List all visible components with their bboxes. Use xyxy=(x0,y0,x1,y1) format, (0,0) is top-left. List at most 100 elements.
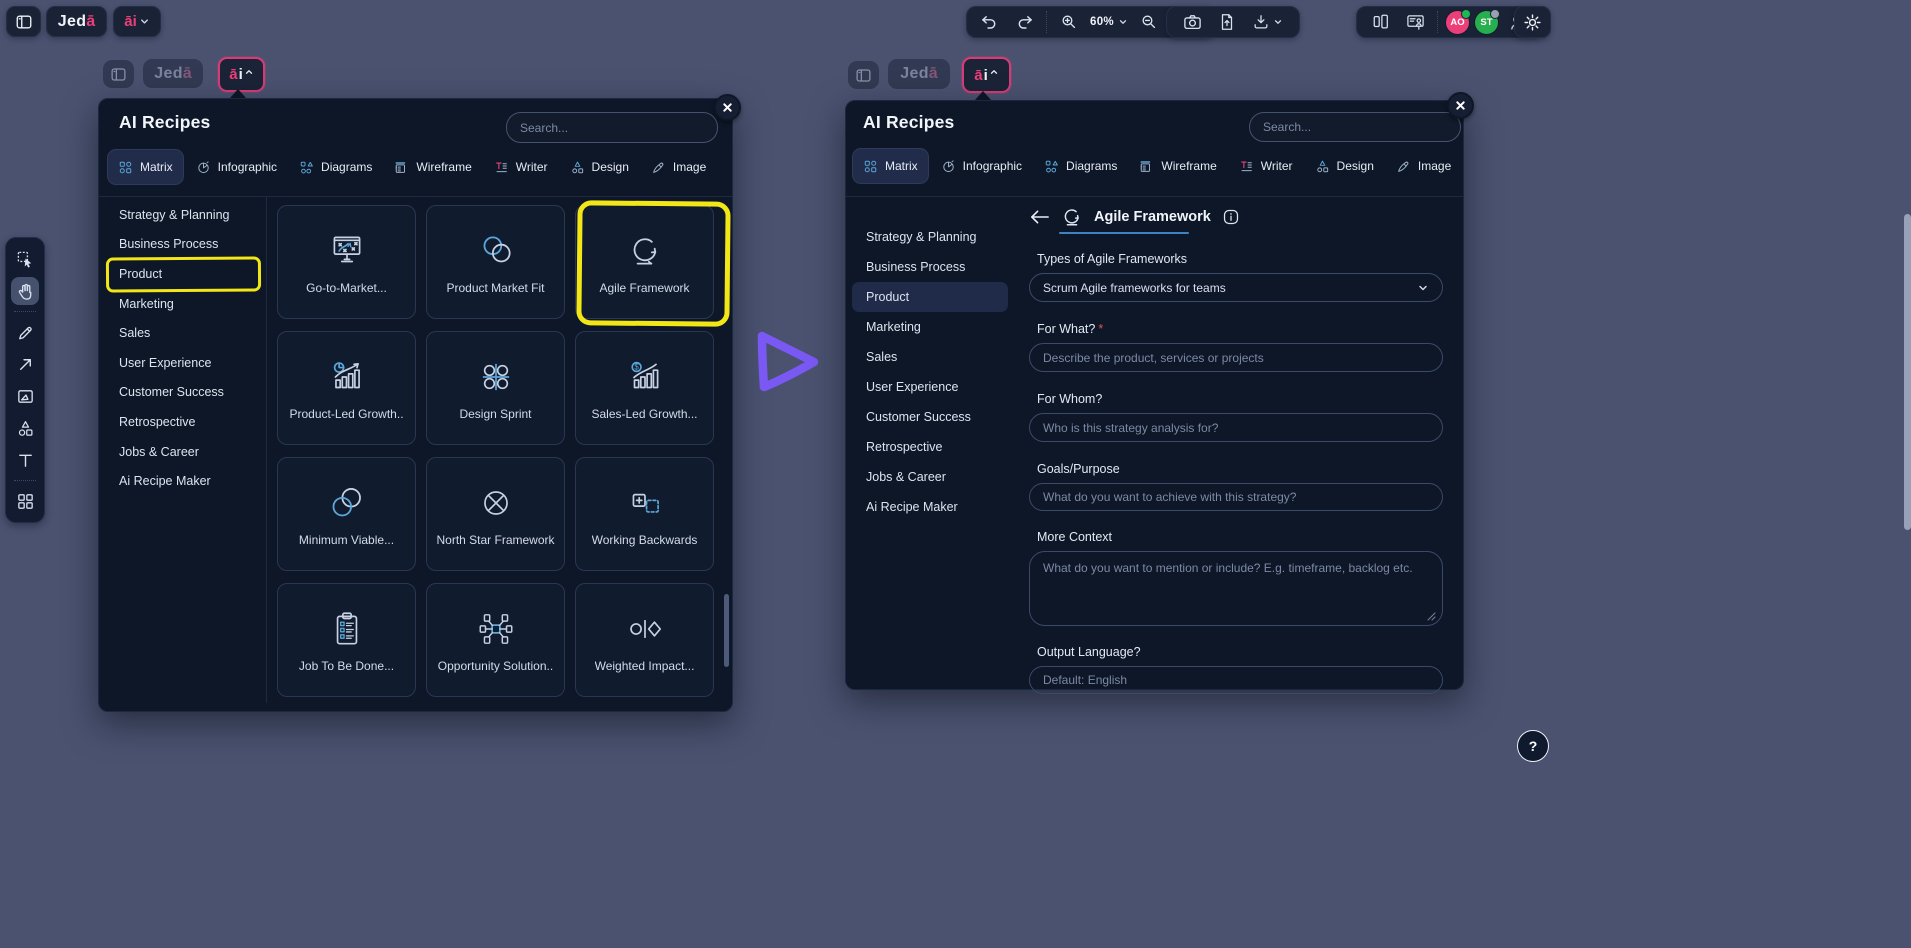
zoom-out-button[interactable] xyxy=(1132,7,1166,37)
recipe-card-agile-framework[interactable]: Agile Framework xyxy=(575,205,714,319)
board-layout-button[interactable] xyxy=(1364,7,1398,37)
recipes-search[interactable] xyxy=(506,112,718,143)
language-input[interactable] xyxy=(1030,667,1442,693)
zoom-level-dropdown[interactable]: 60% xyxy=(1086,7,1132,37)
info-button[interactable] xyxy=(1222,208,1240,226)
tab-design[interactable]: Design xyxy=(560,150,639,184)
tool-pen[interactable] xyxy=(11,318,39,346)
help-button[interactable]: ? xyxy=(1517,730,1549,762)
recipe-card-product-market-fit[interactable]: Product Market Fit xyxy=(426,205,565,319)
settings-button[interactable] xyxy=(1514,6,1551,38)
for-whom-field[interactable] xyxy=(1029,413,1443,442)
category-sales[interactable]: Sales xyxy=(846,342,1014,372)
tab-wireframe[interactable]: Wireframe xyxy=(1129,149,1226,183)
category-marketing[interactable]: Marketing xyxy=(846,312,1014,342)
recipe-card-opportunity-solution[interactable]: Opportunity Solution.. xyxy=(426,583,565,697)
import-file-button[interactable] xyxy=(1210,7,1244,37)
close-button[interactable] xyxy=(1447,92,1474,119)
category-retrospective[interactable]: Retrospective xyxy=(846,432,1014,462)
dialog-scrollbar[interactable] xyxy=(724,594,729,667)
download-dropdown[interactable] xyxy=(1244,7,1291,37)
ai-menu-button[interactable]: āi xyxy=(113,6,161,37)
context-textarea[interactable] xyxy=(1030,552,1442,625)
category-product[interactable]: Product xyxy=(99,259,264,289)
category-label: Jobs & Career xyxy=(119,445,199,459)
category-retrospective[interactable]: Retrospective xyxy=(99,407,264,437)
tool-arrow[interactable] xyxy=(11,350,39,378)
category-strategy-planning[interactable]: Strategy & Planning xyxy=(99,200,264,230)
for-what-field[interactable] xyxy=(1029,343,1443,372)
tool-frame[interactable] xyxy=(11,382,39,410)
recipe-card-minimum-viable[interactable]: Minimum Viable... xyxy=(277,457,416,571)
context-field[interactable] xyxy=(1029,551,1443,626)
chevron-up-icon xyxy=(244,67,254,77)
category-strategy-planning[interactable]: Strategy & Planning xyxy=(846,222,1014,252)
for-whom-input[interactable] xyxy=(1030,414,1442,441)
recipe-card-sales-led-growth[interactable]: Sales-Led Growth... xyxy=(575,331,714,445)
category-business-process[interactable]: Business Process xyxy=(846,252,1014,282)
goals-input[interactable] xyxy=(1030,484,1442,510)
recipes-search[interactable] xyxy=(1249,112,1461,142)
avatar[interactable]: ST xyxy=(1474,10,1499,35)
tab-matrix[interactable]: Matrix xyxy=(852,148,929,184)
tab-diagrams[interactable]: Diagrams xyxy=(289,150,382,184)
for-what-input[interactable] xyxy=(1030,344,1442,371)
category-sales[interactable]: Sales xyxy=(99,318,264,348)
screenshot-button[interactable] xyxy=(1175,7,1210,37)
tab-image[interactable]: Image xyxy=(641,150,716,184)
tool-text[interactable] xyxy=(11,446,39,474)
close-button[interactable] xyxy=(714,94,741,121)
category-jobs-career[interactable]: Jobs & Career xyxy=(846,462,1014,492)
avatar[interactable]: AO xyxy=(1445,10,1470,35)
category-marketing[interactable]: Marketing xyxy=(99,289,264,319)
mini-ai-button[interactable]: āi xyxy=(962,57,1011,93)
toolbar-divider xyxy=(1046,11,1048,33)
tab-wireframe[interactable]: Wireframe xyxy=(384,150,481,184)
logo-button[interactable]: Jedā xyxy=(46,6,107,37)
tab-writer[interactable]: Writer xyxy=(1229,149,1303,183)
page-scrollbar[interactable] xyxy=(1904,214,1911,530)
category-customer-success[interactable]: Customer Success xyxy=(99,378,264,408)
recipe-card-design-sprint[interactable]: Design Sprint xyxy=(426,331,565,445)
recipe-card-product-led-growth[interactable]: Product-Led Growth.. xyxy=(277,331,416,445)
tool-select[interactable] xyxy=(11,245,39,273)
tab-infographic[interactable]: Infographic xyxy=(931,149,1032,183)
recipe-card-north-star[interactable]: North Star Framework xyxy=(426,457,565,571)
recipe-card-working-backwards[interactable]: Working Backwards xyxy=(575,457,714,571)
recipe-card-weighted-impact[interactable]: Weighted Impact... xyxy=(575,583,714,697)
goals-field[interactable] xyxy=(1029,483,1443,511)
mini-ai-button[interactable]: āi xyxy=(218,57,265,92)
mini-ai-accent: ā xyxy=(229,66,237,83)
undo-button[interactable] xyxy=(972,7,1007,37)
category-business-process[interactable]: Business Process xyxy=(99,230,264,260)
tab-diagrams[interactable]: Diagrams xyxy=(1034,149,1127,183)
back-button[interactable] xyxy=(1029,209,1050,225)
tab-image[interactable]: Image xyxy=(1386,149,1461,183)
category-product-selected[interactable]: Product xyxy=(852,282,1008,312)
recipe-card-job-to-be-done[interactable]: Job To Be Done... xyxy=(277,583,416,697)
tool-shapes[interactable] xyxy=(11,414,39,442)
language-field[interactable] xyxy=(1029,666,1443,694)
tab-matrix[interactable]: Matrix xyxy=(107,149,184,185)
recipe-card-go-to-market[interactable]: Go-to-Market... xyxy=(277,205,416,319)
category-jobs-career[interactable]: Jobs & Career xyxy=(99,437,264,467)
tab-infographic[interactable]: Infographic xyxy=(186,150,287,184)
search-input[interactable] xyxy=(507,113,743,142)
tab-design[interactable]: Design xyxy=(1305,149,1384,183)
category-user-experience[interactable]: User Experience xyxy=(99,348,264,378)
category-customer-success[interactable]: Customer Success xyxy=(846,402,1014,432)
zoom-in-button[interactable] xyxy=(1052,7,1086,37)
search-input[interactable] xyxy=(1250,113,1486,141)
tab-writer[interactable]: Writer xyxy=(484,150,558,184)
category-user-experience[interactable]: User Experience xyxy=(846,372,1014,402)
redo-button[interactable] xyxy=(1007,7,1042,37)
category-ai-recipe-maker[interactable]: Ai Recipe Maker xyxy=(99,466,264,496)
export-toolbar xyxy=(1166,6,1300,38)
presentation-button[interactable] xyxy=(1398,7,1433,37)
resize-handle[interactable] xyxy=(1427,612,1436,621)
tool-templates[interactable] xyxy=(11,487,39,515)
sidebar-toggle-button[interactable] xyxy=(6,6,41,37)
tool-hand[interactable] xyxy=(11,277,39,305)
types-select[interactable]: Scrum Agile frameworks for teams xyxy=(1029,273,1443,302)
category-ai-recipe-maker[interactable]: Ai Recipe Maker xyxy=(846,492,1014,522)
